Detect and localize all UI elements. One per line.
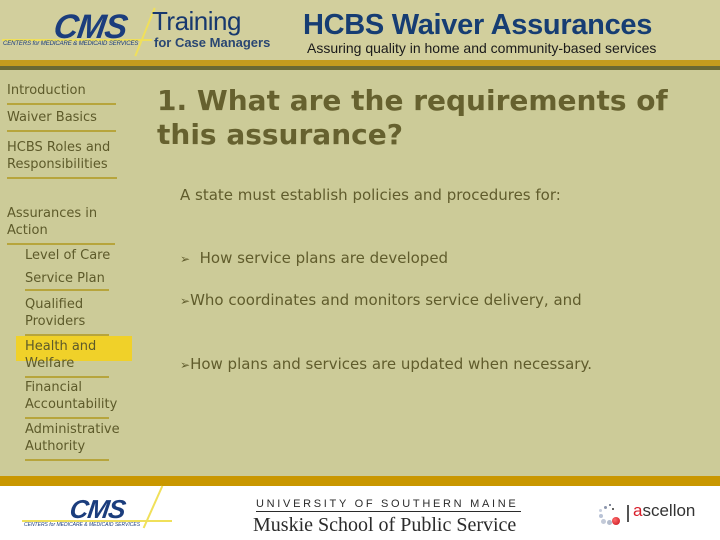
ascellon-separator: [627, 505, 629, 522]
bullet-item: ➢Who coordinates and monitors service de…: [180, 289, 600, 312]
sidebar-item-label: Administrative Authority: [25, 422, 120, 454]
footer-gold-band: [0, 476, 720, 486]
bullet-text: Who coordinates and monitors service del…: [190, 291, 582, 309]
sidebar-item-label: HCBS Roles and Responsibilities: [7, 140, 111, 172]
header-banner: CMS CENTERS for MEDICARE & MEDICAID SERV…: [0, 0, 720, 70]
sidebar-item-label: Qualified Providers: [25, 297, 86, 329]
divider: [7, 103, 116, 105]
sidebar-item-label: Level of Care: [25, 248, 111, 263]
sidebar-nav: Introduction Waiver Basics HCBS Roles an…: [0, 70, 140, 461]
sidebar-item-label: Health and Welfare: [25, 339, 97, 371]
sidebar-item-health-and-welfare[interactable]: Health and Welfare: [25, 338, 109, 378]
sidebar-item-introduction[interactable]: Introduction: [7, 82, 116, 105]
divider: [25, 459, 109, 461]
sidebar-item-label: Service Plan: [25, 271, 105, 286]
bullet-text: How plans and services are updated when …: [190, 355, 592, 373]
bullet-text: How service plans are developed: [199, 249, 449, 267]
sidebar-item-label: Introduction: [7, 83, 86, 98]
cms-logo-subtitle: CENTERS for MEDICARE & MEDICAID SERVICES: [3, 41, 139, 47]
sidebar-item-assurances-in-action[interactable]: Assurances in Action: [7, 205, 115, 245]
divider: [7, 130, 116, 132]
arrow-bullet-icon: ➢: [180, 358, 191, 372]
sidebar-item-hcbs-roles[interactable]: HCBS Roles and Responsibilities: [7, 139, 117, 179]
university-name: UNIVERSITY OF SOUTHERN MAINE: [256, 498, 521, 512]
training-title: Training: [152, 6, 241, 36]
bullet-item: ➢How plans and services are updated when…: [180, 353, 600, 376]
bullet-item: ➢ How service plans are developed: [180, 247, 600, 270]
course-subtitle: Assuring quality in home and community-b…: [307, 40, 657, 56]
sidebar-item-qualified-providers[interactable]: Qualified Providers: [25, 296, 109, 336]
cms-logo-text: CMS: [67, 494, 127, 524]
sidebar-item-service-plan[interactable]: Service Plan: [25, 270, 109, 291]
sidebar-item-label: Financial Accountability: [25, 380, 118, 412]
cms-logo-subtitle: CENTERS for MEDICARE & MEDICAID SERVICES: [24, 522, 141, 528]
sidebar-item-level-of-care[interactable]: Level of Care: [25, 247, 117, 264]
sidebar-item-waiver-basics[interactable]: Waiver Basics: [7, 109, 116, 132]
ascellon-dots-icon: [597, 504, 621, 526]
divider: [25, 289, 109, 291]
course-title: HCBS Waiver Assurances: [303, 9, 653, 41]
divider: [25, 334, 109, 336]
training-subtitle: for Case Managers: [154, 35, 271, 50]
ascellon-wordmark: ascellon: [633, 501, 696, 520]
divider: [25, 417, 109, 419]
footer: CMS CENTERS for MEDICARE & MEDICAID SERV…: [0, 485, 720, 540]
intro-text: A state must establish policies and proc…: [180, 186, 561, 204]
divider: [7, 177, 117, 179]
arrow-bullet-icon: ➢: [180, 294, 191, 308]
page-title: 1. What are the requirements of this ass…: [157, 84, 668, 151]
sidebar-item-financial-accountability[interactable]: Financial Accountability: [25, 379, 125, 419]
sidebar-item-label: Assurances in Action: [7, 206, 98, 238]
school-name: Muskie School of Public Service: [253, 514, 517, 536]
sidebar-item-label: Waiver Basics: [7, 110, 97, 125]
divider: [25, 376, 109, 378]
cms-logo: CMS CENTERS for MEDICARE & MEDICAID SERV…: [0, 0, 156, 57]
sidebar-item-administrative-authority[interactable]: Administrative Authority: [25, 421, 129, 461]
divider: [7, 243, 115, 245]
arrow-bullet-icon: ➢: [180, 252, 191, 266]
